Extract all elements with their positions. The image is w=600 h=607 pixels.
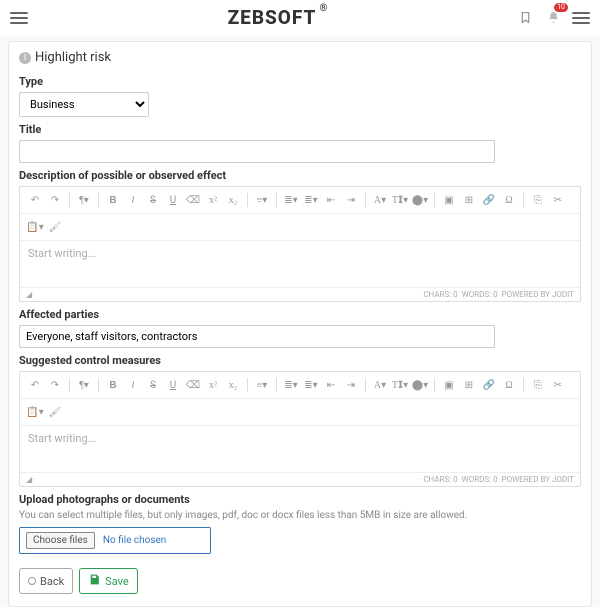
type-label: Type xyxy=(19,75,581,88)
image-icon[interactable]: ▣ xyxy=(440,376,458,394)
paragraph-icon[interactable]: ¶▾ xyxy=(75,376,93,394)
suggested-editor: ↶ ↷ ¶▾ B I S U ⌫ x² x₂ ≡▾ ≣▾ ≣▾ ⇤ ⇥ A▾ T… xyxy=(19,371,581,487)
page-title: Highlight risk xyxy=(35,50,111,65)
upload-label: Upload photographs or documents xyxy=(19,493,581,506)
paste-icon[interactable]: 📋▾ xyxy=(26,218,44,236)
strike-icon[interactable]: S xyxy=(144,191,162,209)
table-icon[interactable]: ⊞ xyxy=(460,191,478,209)
table-icon[interactable]: ⊞ xyxy=(460,376,478,394)
choose-files-button[interactable]: Choose files xyxy=(26,532,95,549)
cut-icon[interactable]: ✂ xyxy=(549,191,567,209)
paragraph-icon[interactable]: ¶▾ xyxy=(75,191,93,209)
strike-icon[interactable]: S xyxy=(144,376,162,394)
bell-icon[interactable]: 10 xyxy=(544,9,562,27)
format-icon[interactable]: 🖌 xyxy=(46,403,64,421)
outdent-icon[interactable]: ⇤ xyxy=(322,191,340,209)
file-input[interactable]: Choose files No file chosen xyxy=(19,527,211,554)
font-icon[interactable]: A▾ xyxy=(371,376,389,394)
description-editor: ↶ ↷ ¶▾ B I S U ⌫ x² x₂ ≡▾ ≣▾ ≣▾ ⇤ ⇥ A▾ T… xyxy=(19,186,581,302)
symbol-icon[interactable]: Ω xyxy=(500,191,518,209)
menu-left-icon[interactable] xyxy=(10,9,28,27)
copy-icon[interactable]: ⎘ xyxy=(529,376,547,394)
underline-icon[interactable]: U xyxy=(164,191,182,209)
font-icon[interactable]: A▾ xyxy=(371,191,389,209)
align-left-icon[interactable]: ≡▾ xyxy=(253,376,271,394)
back-button[interactable]: Back xyxy=(19,568,73,594)
link-icon[interactable]: 🔗 xyxy=(480,376,498,394)
undo-icon[interactable]: ↶ xyxy=(26,376,44,394)
symbol-icon[interactable]: Ω xyxy=(500,376,518,394)
ul-icon[interactable]: ≣▾ xyxy=(282,376,300,394)
undo-icon[interactable]: ↶ xyxy=(26,191,44,209)
ol-icon[interactable]: ≣▾ xyxy=(302,191,320,209)
upload-hint: You can select multiple files, but only … xyxy=(19,510,581,521)
ol-icon[interactable]: ≣▾ xyxy=(302,376,320,394)
redo-icon[interactable]: ↷ xyxy=(46,376,64,394)
subscript-icon[interactable]: x₂ xyxy=(224,191,242,209)
bold-icon[interactable]: B xyxy=(104,376,122,394)
description-label: Description of possible or observed effe… xyxy=(19,169,581,182)
redo-icon[interactable]: ↷ xyxy=(46,191,64,209)
paste-icon[interactable]: 📋▾ xyxy=(26,403,44,421)
suggested-textarea[interactable]: Start writing... xyxy=(20,426,580,472)
suggested-label: Suggested control measures xyxy=(19,354,581,367)
image-icon[interactable]: ▣ xyxy=(440,191,458,209)
align-left-icon[interactable]: ≡▾ xyxy=(253,191,271,209)
italic-icon[interactable]: I xyxy=(124,376,142,394)
type-select[interactable]: Business xyxy=(19,92,149,117)
save-disk-icon xyxy=(88,573,101,589)
italic-icon[interactable]: I xyxy=(124,191,142,209)
format-icon[interactable]: 🖌 xyxy=(46,218,64,236)
title-input[interactable] xyxy=(19,140,495,163)
resize-handle-icon[interactable]: ◢ xyxy=(26,475,32,484)
notif-badge: 10 xyxy=(554,3,568,12)
superscript-icon[interactable]: x² xyxy=(204,191,222,209)
info-icon: i xyxy=(19,52,31,64)
copy-icon[interactable]: ⎘ xyxy=(529,191,547,209)
link-icon[interactable]: 🔗 xyxy=(480,191,498,209)
bold-icon[interactable]: B xyxy=(104,191,122,209)
affected-label: Affected parties xyxy=(19,308,581,321)
indent-icon[interactable]: ⇥ xyxy=(342,191,360,209)
fontsize-icon[interactable]: T𝗜▾ xyxy=(391,376,409,394)
bookmark-icon[interactable] xyxy=(516,9,534,27)
brand-logo: ZEBSOFT® xyxy=(228,6,317,29)
indent-icon[interactable]: ⇥ xyxy=(342,376,360,394)
outdent-icon[interactable]: ⇤ xyxy=(322,376,340,394)
cut-icon[interactable]: ✂ xyxy=(549,376,567,394)
menu-right-icon[interactable] xyxy=(572,9,590,27)
superscript-icon[interactable]: x² xyxy=(204,376,222,394)
underline-icon[interactable]: U xyxy=(164,376,182,394)
file-status: No file chosen xyxy=(103,535,167,546)
brush-icon[interactable]: ⬤▾ xyxy=(411,376,429,394)
eraser-icon[interactable]: ⌫ xyxy=(184,376,202,394)
save-button[interactable]: Save xyxy=(79,568,138,594)
eraser-icon[interactable]: ⌫ xyxy=(184,191,202,209)
brush-icon[interactable]: ⬤▾ xyxy=(411,191,429,209)
resize-handle-icon[interactable]: ◢ xyxy=(26,290,32,299)
affected-input[interactable] xyxy=(19,325,495,348)
fontsize-icon[interactable]: T𝗜▾ xyxy=(391,191,409,209)
description-textarea[interactable]: Start writing... xyxy=(20,241,580,287)
subscript-icon[interactable]: x₂ xyxy=(224,376,242,394)
back-dot-icon xyxy=(28,577,36,585)
ul-icon[interactable]: ≣▾ xyxy=(282,191,300,209)
title-label: Title xyxy=(19,123,581,136)
